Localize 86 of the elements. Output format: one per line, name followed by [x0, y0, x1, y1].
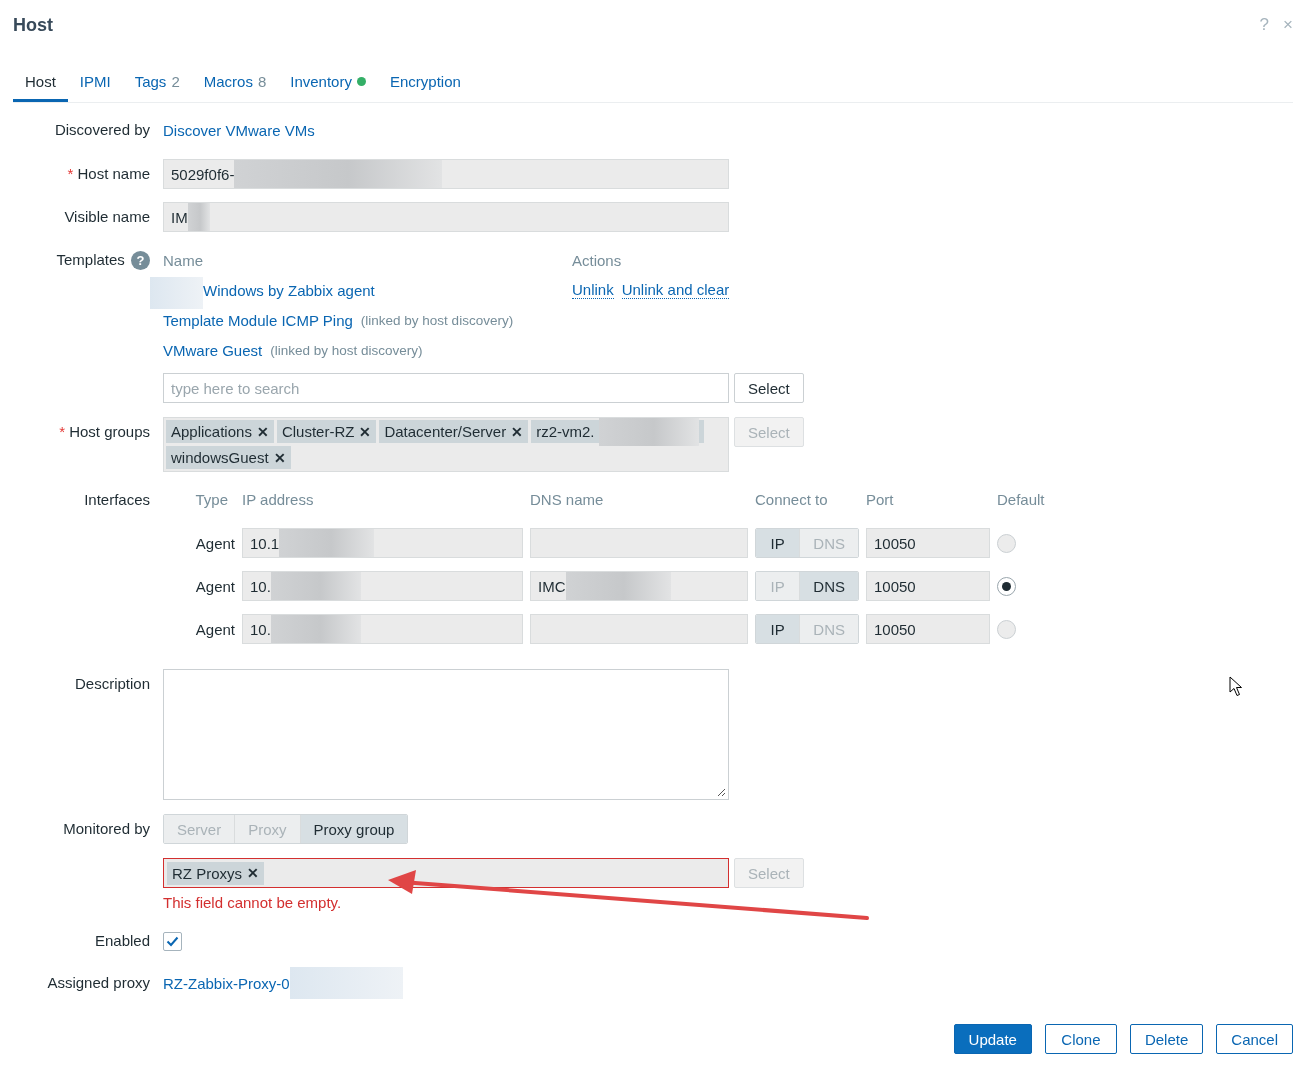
dialog-button[interactable]: Cancel	[1216, 1024, 1293, 1054]
resize-grip-icon[interactable]	[717, 788, 726, 797]
dialog-title: Host	[13, 14, 54, 36]
field-label: Description	[73, 674, 150, 694]
column-header: Port	[866, 490, 895, 510]
error-message: This field cannot be empty.	[163, 893, 342, 913]
column-header: Connect to	[755, 490, 829, 510]
proxy-group-tag: RZ Proxys ✕	[167, 861, 264, 885]
column-header: Default	[997, 490, 1046, 510]
host-group-tag: rz2-vm2.	[531, 420, 705, 443]
field-label: Interfaces	[83, 490, 150, 510]
host-group-tag: Cluster-RZ ✕	[276, 420, 377, 443]
host-group-tag: Applications ✕	[166, 420, 274, 443]
field-label: * Host groups	[58, 422, 150, 442]
field-value: IMC	[538, 577, 566, 595]
field-value: 10.1	[250, 534, 280, 552]
tab[interactable]: Macros 8	[191, 63, 279, 102]
column-header: Name	[163, 251, 203, 269]
tab[interactable]: Encryption	[377, 63, 473, 102]
template-note: (linked by host discovery)	[360, 312, 514, 328]
dialog-button[interactable]: Delete	[1129, 1024, 1204, 1054]
multiselect-field[interactable]: Applications ✕ Cluster-RZ ✕ Datacenter/Server ✕ rz2-vm2. windowsGuest ✕	[163, 417, 729, 472]
dns-field[interactable]	[530, 614, 748, 644]
column-header: DNS name	[530, 490, 605, 510]
description-field[interactable]	[163, 669, 729, 800]
ip-field[interactable]: 10.	[242, 571, 523, 601]
port-field[interactable]: 10050	[866, 571, 990, 601]
field-value: 10.	[250, 577, 271, 595]
column-header: IP address	[242, 490, 315, 510]
dialog-button[interactable]: Clone	[1044, 1024, 1117, 1054]
tab[interactable]: IPMI	[67, 63, 123, 102]
help-icon[interactable]: ?	[131, 251, 150, 270]
template-link[interactable]: VMware Guest	[163, 341, 263, 359]
field-label: Enabled	[93, 931, 150, 951]
remove-icon[interactable]: ✕	[256, 423, 269, 440]
host-group-tag: Datacenter/Server ✕	[379, 420, 529, 443]
dns-field[interactable]	[530, 528, 748, 558]
ip-field[interactable]: 10.	[242, 614, 523, 644]
discovery-rule-link[interactable]: Discover VMware VMs	[163, 121, 315, 139]
field-label: Discovered by	[53, 120, 150, 140]
text-field[interactable]: IM	[163, 202, 729, 232]
field-label: Visible name	[63, 207, 150, 227]
segment-option[interactable]: Proxy group	[300, 815, 408, 843]
dialog-button[interactable]: Update	[953, 1024, 1032, 1054]
tab[interactable]: Host	[13, 63, 68, 102]
proxy-group-field[interactable]: RZ Proxys ✕	[163, 858, 729, 888]
field-value: IM	[171, 208, 188, 226]
field-value: 5029f0f6-	[171, 165, 235, 183]
remove-icon[interactable]: ✕	[273, 449, 286, 466]
checkbox[interactable]	[163, 931, 182, 951]
radio-button[interactable]	[997, 619, 1016, 639]
dns-field[interactable]: IMC	[530, 571, 748, 601]
unlink-link[interactable]: Unlink and clear	[621, 281, 730, 299]
field-label: * Host name	[66, 164, 150, 184]
unlink-link[interactable]: Unlink	[572, 281, 614, 299]
redacted-blur	[150, 277, 203, 309]
tab[interactable]: Inventory	[278, 63, 378, 102]
connect-option[interactable]: IP	[756, 529, 801, 557]
proxy-link[interactable]: RZ-Zabbix-Proxy-0	[163, 974, 290, 992]
connect-option[interactable]: DNS	[800, 572, 858, 600]
interface-type: Agent	[194, 534, 235, 552]
remove-icon[interactable]: ✕	[511, 423, 524, 440]
interface-type: Agent	[194, 620, 235, 638]
tab[interactable]: Tags 2	[122, 63, 192, 102]
radio-button[interactable]	[997, 533, 1016, 553]
ip-field[interactable]: 10.1	[242, 528, 523, 558]
remove-icon[interactable]: ✕	[247, 865, 259, 881]
interface-type: Agent	[194, 577, 235, 595]
column-header: Type	[194, 490, 229, 510]
template-note: (linked by host discovery)	[270, 342, 423, 358]
connect-option[interactable]: IP	[756, 615, 801, 643]
text-field[interactable]: 5029f0f6-	[163, 159, 729, 189]
mouse-cursor-icon	[1229, 676, 1243, 697]
radio-button[interactable]	[997, 576, 1016, 596]
template-link[interactable]: Template Module ICMP Ping	[163, 311, 353, 329]
template-link[interactable]: Windows by Zabbix agent	[203, 281, 375, 299]
field-label: Assigned proxy	[46, 973, 150, 993]
host-group-tag: windowsGuest ✕	[166, 446, 291, 469]
field-label: Monitored by	[62, 819, 150, 839]
column-header: Actions	[572, 251, 622, 269]
port-field[interactable]: 10050	[866, 528, 990, 558]
field-value: 10.	[250, 620, 271, 638]
port-field[interactable]: 10050	[866, 614, 990, 644]
remove-icon[interactable]: ✕	[359, 423, 372, 440]
select-button[interactable]: Select	[734, 373, 804, 403]
field-label: Templates ?	[13, 245, 150, 275]
